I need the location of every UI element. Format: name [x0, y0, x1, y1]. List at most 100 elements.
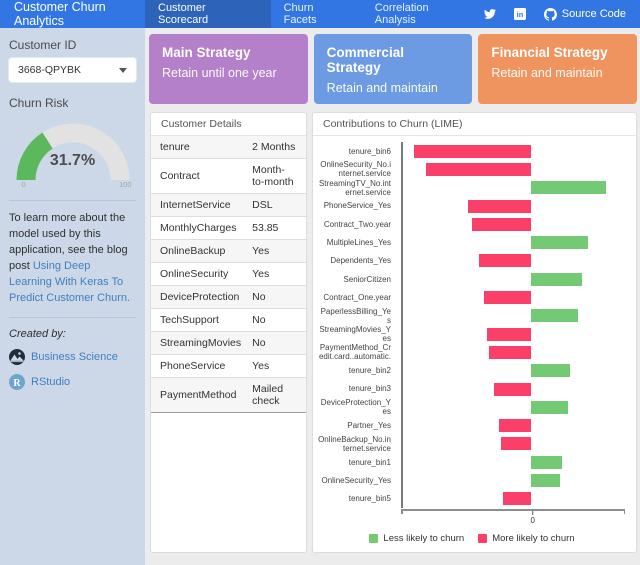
- chart-category-label: Contract_One.year: [318, 293, 396, 302]
- table-row: InternetServiceDSL: [151, 194, 306, 217]
- chart-row: PhoneService_Yes: [318, 197, 626, 215]
- legend-item[interactable]: Less likely to churn: [369, 533, 464, 544]
- gauge-min-label: 0: [22, 180, 26, 189]
- feature-name-cell: DeviceProtection: [151, 286, 250, 309]
- bar-more-likely: [414, 145, 531, 158]
- chart-row: Dependents_Yes: [318, 252, 626, 270]
- lime-chart-panel: Contributions to Churn (LIME) tenure_bin…: [312, 112, 637, 553]
- chart-category-label: Dependents_Yes: [318, 256, 396, 265]
- y-axis-line: [401, 142, 403, 508]
- chart-bar-track: [396, 401, 626, 414]
- feature-name-cell: MonthlyCharges: [151, 217, 250, 240]
- github-icon: [544, 8, 557, 21]
- chart-row: StreamingTV_No.internet.service: [318, 179, 626, 197]
- svg-text:R: R: [13, 378, 21, 389]
- chart-row: Contract_One.year: [318, 288, 626, 306]
- chart-category-label: DeviceProtection_Yes: [318, 398, 396, 416]
- x-axis-line: 0: [401, 509, 625, 511]
- chart-bar-track: [396, 474, 626, 487]
- bar-more-likely: [489, 346, 531, 359]
- legend-label: More likely to churn: [492, 533, 574, 544]
- source-code-link[interactable]: Source Code: [544, 8, 626, 21]
- main-content: Main StrategyRetain until one yearCommer…: [145, 28, 640, 565]
- feature-value-cell: 2 Months: [250, 136, 306, 159]
- chart-category-label: MultipleLines_Yes: [318, 238, 396, 247]
- divider: [9, 200, 136, 201]
- business-science-link[interactable]: Business Science: [9, 349, 136, 365]
- sidebar: Customer ID 3668-QPYBK Churn Risk 31.7% …: [0, 28, 145, 565]
- navbar: Customer Churn Analytics Customer Scorec…: [0, 0, 640, 28]
- chart-row: tenure_bin1: [318, 453, 626, 471]
- customer-id-value: 3668-QPYBK: [18, 64, 81, 76]
- navbar-right: in Source Code: [484, 0, 640, 28]
- rstudio-link[interactable]: R RStudio: [9, 374, 136, 390]
- panels-row: Customer Details tenure2 MonthsContractM…: [150, 112, 637, 553]
- strategy-card: Financial StrategyRetain and maintain: [478, 34, 637, 104]
- chart-bar-track: [396, 145, 626, 158]
- x-axis-zero-label: 0: [531, 516, 535, 525]
- nav-tab-correlation-analysis[interactable]: Correlation Analysis: [362, 0, 484, 28]
- chart-category-label: tenure_bin6: [318, 147, 396, 156]
- chart-bar-track: [396, 437, 626, 450]
- rstudio-logo-icon: R: [9, 374, 25, 390]
- bar-less-likely: [531, 401, 568, 414]
- app-title: Customer Churn Analytics: [0, 0, 145, 28]
- feature-name-cell: tenure: [151, 136, 250, 159]
- customer-id-select[interactable]: 3668-QPYBK: [9, 58, 136, 82]
- feature-value-cell: 53.85: [250, 217, 306, 240]
- bar-more-likely: [472, 218, 532, 231]
- bar-less-likely: [531, 236, 588, 249]
- bar-less-likely: [531, 456, 562, 469]
- legend-item[interactable]: More likely to churn: [478, 533, 574, 544]
- nav-tab-customer-scorecard[interactable]: Customer Scorecard: [145, 0, 271, 28]
- bar-less-likely: [531, 309, 578, 322]
- twitter-icon[interactable]: [484, 8, 496, 20]
- chart-category-label: SeniorCitizen: [318, 275, 396, 284]
- table-row: ContractMonth-to-month: [151, 159, 306, 194]
- strategy-card-title: Commercial Strategy: [327, 45, 460, 75]
- chart-row: DeviceProtection_Yes: [318, 398, 626, 416]
- table-row: StreamingMoviesNo: [151, 332, 306, 355]
- chart-category-label: PhoneService_Yes: [318, 201, 396, 210]
- chart-row: PaymentMethod_Credit.card..automatic.: [318, 343, 626, 361]
- strategy-card: Commercial StrategyRetain and maintain: [314, 34, 473, 104]
- churn-risk-value: 31.7%: [12, 152, 134, 170]
- table-row: OnlineBackupYes: [151, 240, 306, 263]
- table-row: tenure2 Months: [151, 136, 306, 159]
- bar-more-likely: [468, 200, 531, 213]
- legend-swatch: [478, 534, 487, 543]
- nav-tabs: Customer ScorecardChurn FacetsCorrelatio…: [145, 0, 484, 28]
- chart-category-label: StreamingTV_No.internet.service: [318, 179, 396, 197]
- chart-row: Contract_Two.year: [318, 215, 626, 233]
- feature-name-cell: InternetService: [151, 194, 250, 217]
- strategy-card-subtitle: Retain until one year: [162, 66, 295, 80]
- gauge-max-label: 100: [119, 180, 132, 189]
- chart-category-label: Partner_Yes: [318, 421, 396, 430]
- customer-id-label: Customer ID: [9, 38, 136, 52]
- x-axis-zero-tick: [532, 511, 534, 515]
- feature-name-cell: OnlineBackup: [151, 240, 250, 263]
- feature-value-cell: No: [250, 309, 306, 332]
- chart-row: tenure_bin5: [318, 490, 626, 508]
- feature-name-cell: PhoneService: [151, 355, 250, 378]
- churn-risk-label: Churn Risk: [9, 96, 136, 110]
- chart-bar-track: [396, 254, 626, 267]
- chart-bar-track: [396, 291, 626, 304]
- chart-row: Partner_Yes: [318, 416, 626, 434]
- linkedin-icon[interactable]: in: [514, 8, 526, 20]
- chart-category-label: tenure_bin3: [318, 384, 396, 393]
- feature-value-cell: Mailed check: [250, 378, 306, 413]
- chart-category-label: PaperlessBilling_Yes: [318, 307, 396, 325]
- chart-bar-track: [396, 181, 626, 194]
- chart-bar-track: [396, 346, 626, 359]
- bar-less-likely: [531, 474, 560, 487]
- chart-row: OnlineSecurity_Yes: [318, 471, 626, 489]
- bar-more-likely: [479, 254, 531, 267]
- svg-text:in: in: [516, 10, 523, 19]
- feature-value-cell: DSL: [250, 194, 306, 217]
- lime-chart: tenure_bin6OnlineSecurity_No.internet.se…: [313, 136, 636, 544]
- nav-tab-churn-facets[interactable]: Churn Facets: [271, 0, 362, 28]
- strategy-cards-row: Main StrategyRetain until one yearCommer…: [149, 34, 637, 104]
- chart-category-label: StreamingMovies_Yes: [318, 325, 396, 343]
- chart-bar-track: [396, 309, 626, 322]
